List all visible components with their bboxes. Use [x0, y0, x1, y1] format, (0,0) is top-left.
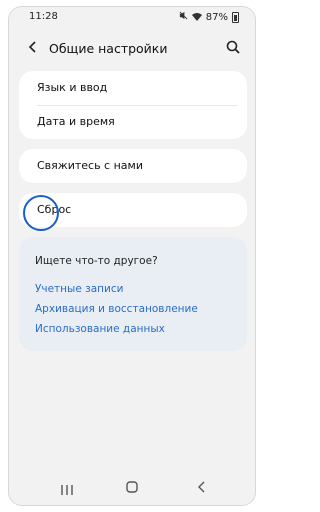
settings-item-label: Свяжитесь с нами: [37, 159, 143, 172]
mute-icon: [179, 11, 188, 23]
settings-item-language-input[interactable]: Язык и ввод: [19, 71, 247, 105]
settings-item-label: Дата и время: [37, 115, 115, 128]
status-icons: 87%: [179, 11, 239, 23]
back-icon[interactable]: [195, 479, 209, 493]
status-time: 11:28: [29, 11, 58, 22]
suggestion-link-accounts[interactable]: Учетные записи: [35, 283, 123, 295]
status-bar: 11:28 87%: [9, 7, 255, 27]
phone-frame: 11:28 87% Общие настройки Язык и ввод Да…: [0, 0, 264, 512]
suggestion-link-data-usage[interactable]: Использование данных: [35, 323, 165, 335]
settings-item-date-time[interactable]: Дата и время: [19, 105, 247, 139]
page-title: Общие настройки: [49, 41, 168, 56]
home-icon[interactable]: [125, 479, 139, 493]
battery-icon: [232, 11, 239, 23]
settings-group-contact: Свяжитесь с нами: [19, 149, 247, 183]
back-arrow-icon[interactable]: [25, 39, 41, 55]
tap-highlight-ring: [23, 195, 59, 231]
battery-percent: 87%: [205, 11, 228, 23]
recent-apps-icon[interactable]: [59, 481, 75, 495]
app-bar: Общие настройки: [9, 31, 255, 65]
settings-item-label: Язык и ввод: [37, 81, 108, 94]
suggestion-link-backup-restore[interactable]: Архивация и восстановление: [35, 303, 198, 315]
search-icon[interactable]: [225, 39, 241, 55]
suggestions-heading: Ищете что-то другое?: [35, 255, 158, 267]
settings-group-language-date: Язык и ввод Дата и время: [19, 71, 247, 139]
navigation-bar: [9, 469, 255, 505]
screen: 11:28 87% Общие настройки Язык и ввод Да…: [8, 6, 256, 506]
settings-item-contact-us[interactable]: Свяжитесь с нами: [19, 149, 247, 183]
suggestions-panel: Ищете что-то другое? Учетные записи Архи…: [19, 237, 247, 351]
wifi-icon: [191, 13, 202, 21]
